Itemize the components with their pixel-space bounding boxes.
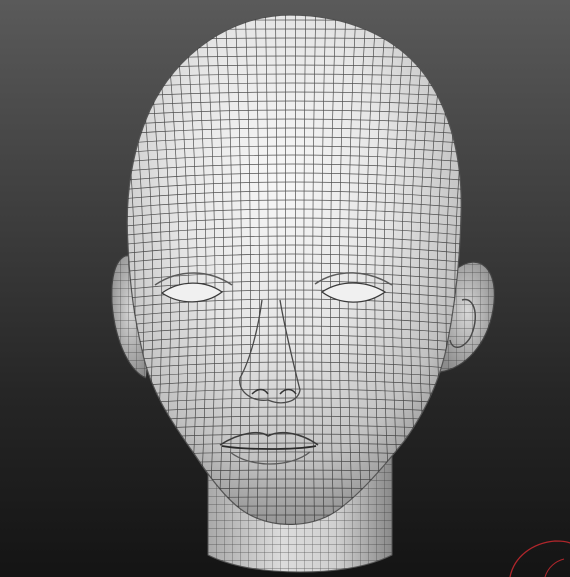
head-surface-mesh <box>126 14 462 525</box>
orientation-gizmo-icon[interactable] <box>500 517 570 577</box>
head-model[interactable] <box>0 0 570 577</box>
3d-viewport[interactable] <box>0 0 570 577</box>
